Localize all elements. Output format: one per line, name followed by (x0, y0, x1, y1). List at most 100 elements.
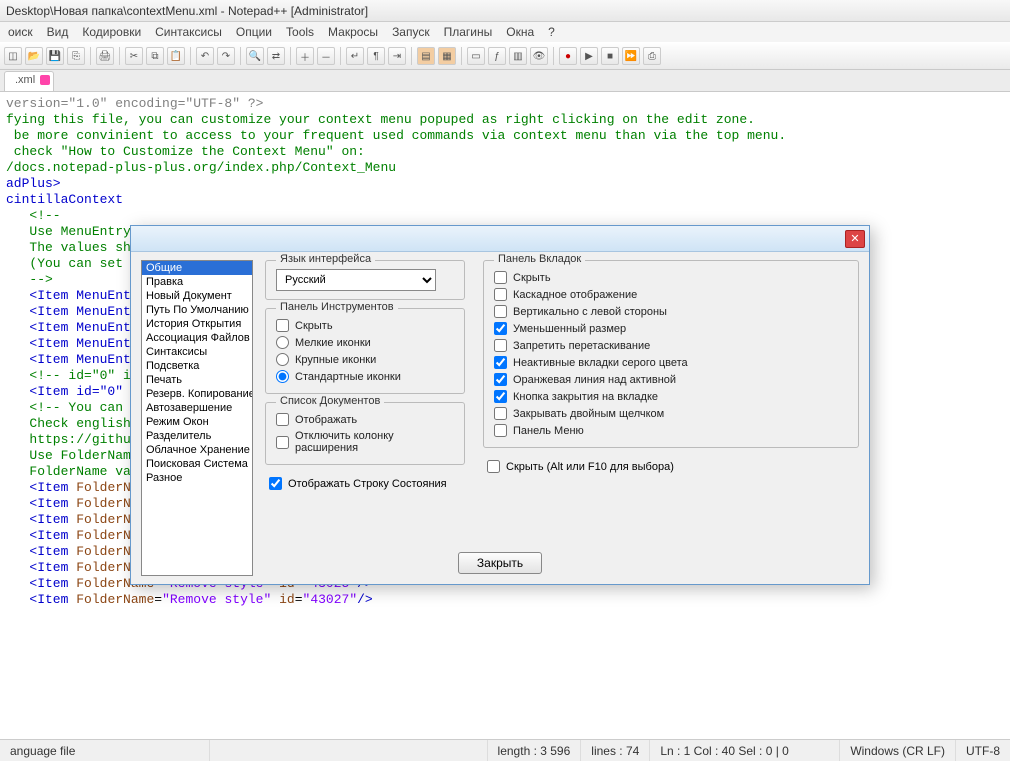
category-item[interactable]: Общие (142, 261, 252, 275)
toolbar-zoomout-icon[interactable]: － (317, 47, 335, 65)
category-item[interactable]: Режим Окон (142, 415, 252, 429)
toolbar-copy-icon[interactable]: ⧉ (146, 47, 164, 65)
toolbar-rec-icon[interactable]: ● (559, 47, 577, 65)
toolbar-allchars-icon[interactable]: ¶ (367, 47, 385, 65)
category-item[interactable]: Подсветка (142, 359, 252, 373)
hide-menu-check[interactable]: Скрыть (Alt или F10 для выбора) (483, 456, 859, 473)
category-item[interactable]: Разное (142, 471, 252, 485)
tabpanel-check[interactable]: Панель Меню (494, 422, 848, 439)
doclist-group: Список Документов Отображать Отключить к… (265, 402, 465, 465)
toolbar-eye-icon[interactable]: 👁 (530, 47, 548, 65)
category-item[interactable]: Синтаксисы (142, 345, 252, 359)
show-status-check[interactable]: Отображать Строку Состояния (265, 473, 465, 490)
doclist-legend: Список Документов (276, 395, 384, 407)
toolbar-hide-check[interactable]: Скрыть (276, 317, 454, 334)
toolbar-find-icon[interactable]: 🔍 (246, 47, 264, 65)
doclist-show-check[interactable]: Отображать (276, 411, 454, 428)
toolbar: ◫ 📂 💾 ⎘ 🖨 ✂ ⧉ 📋 ↶ ↷ 🔍 ⇄ ＋ － ↵ ¶ ⇥ ▤ ▦ ▭ … (0, 42, 1010, 70)
preferences-dialog: ✕ ОбщиеПравкаНовый ДокументПуть По Умолч… (130, 225, 870, 585)
toolbar-play-icon[interactable]: ▶ (580, 47, 598, 65)
toolbar-print-icon[interactable]: 🖨 (96, 47, 114, 65)
status-enc: UTF-8 (956, 740, 1010, 761)
category-item[interactable]: Ассоциация Файлов (142, 331, 252, 345)
tabpanel-check[interactable]: Неактивные вкладки серого цвета (494, 354, 848, 371)
menu-item[interactable]: Синтаксисы (149, 23, 228, 41)
tabpanel-check[interactable]: Кнопка закрытия на вкладке (494, 388, 848, 405)
status-pos: Ln : 1 Col : 40 Sel : 0 | 0 (650, 740, 840, 761)
status-bar: anguage file length : 3 596 lines : 74 L… (0, 739, 1010, 761)
status-lines: lines : 74 (581, 740, 650, 761)
tabpanel-group: Панель Вкладок СкрытьКаскадное отображен… (483, 260, 859, 448)
toolbar-cut-icon[interactable]: ✂ (125, 47, 143, 65)
toolbar-stop-icon[interactable]: ■ (601, 47, 619, 65)
tabpanel-check[interactable]: Скрыть (494, 269, 848, 286)
menu-item[interactable]: Кодировки (76, 23, 147, 41)
toolbar-zoomin-icon[interactable]: ＋ (296, 47, 314, 65)
toolbar-unfold-icon[interactable]: ▦ (438, 47, 456, 65)
close-button[interactable]: Закрыть (458, 552, 542, 574)
status-lang: anguage file (0, 740, 210, 761)
tab-strip: .xml (0, 70, 1010, 92)
tabpanel-check[interactable]: Вертикально с левой стороны (494, 303, 848, 320)
menu-item[interactable]: Вид (41, 23, 75, 41)
menu-item[interactable]: Окна (500, 23, 540, 41)
category-item[interactable]: Правка (142, 275, 252, 289)
category-item[interactable]: Новый Документ (142, 289, 252, 303)
category-item[interactable]: История Открытия (142, 317, 252, 331)
toolbar-savemac-icon[interactable]: ⎙ (643, 47, 661, 65)
menu-item[interactable]: оиск (2, 23, 39, 41)
window-title: Desktop\Новая папка\contextMenu.xml - No… (6, 4, 368, 18)
category-item[interactable]: Путь По Умолчанию (142, 303, 252, 317)
toolbar-map-icon[interactable]: ▥ (509, 47, 527, 65)
menu-bar: оискВидКодировкиСинтаксисыОпцииToolsМакр… (0, 22, 1010, 42)
dialog-close-button[interactable]: ✕ (845, 230, 865, 248)
menu-item[interactable]: Опции (230, 23, 278, 41)
file-tab[interactable]: .xml (4, 71, 54, 91)
tab-close-icon[interactable] (40, 75, 50, 85)
status-length: length : 3 596 (488, 740, 582, 761)
toolbar-open-icon[interactable]: 📂 (25, 47, 43, 65)
category-item[interactable]: Автозавершение (142, 401, 252, 415)
tabpanel-check[interactable]: Каскадное отображение (494, 286, 848, 303)
dialog-titlebar: ✕ (131, 226, 869, 252)
category-listbox[interactable]: ОбщиеПравкаНовый ДокументПуть По Умолчан… (141, 260, 253, 576)
toolbar-func-icon[interactable]: ƒ (488, 47, 506, 65)
tabpanel-check[interactable]: Закрывать двойным щелчком (494, 405, 848, 422)
toolbar-fold-icon[interactable]: ▤ (417, 47, 435, 65)
menu-item[interactable]: Макросы (322, 23, 384, 41)
status-flex (210, 740, 488, 761)
toolbar-std-radio[interactable]: Стандартные иконки (276, 368, 454, 385)
toolbar-paste-icon[interactable]: 📋 (167, 47, 185, 65)
lang-select[interactable]: Русский (276, 269, 436, 291)
category-item[interactable]: Печать (142, 373, 252, 387)
toolbar-replace-icon[interactable]: ⇄ (267, 47, 285, 65)
category-item[interactable]: Облачное Хранение (142, 443, 252, 457)
menu-item[interactable]: ? (542, 23, 561, 41)
toolbar-small-radio[interactable]: Мелкие иконки (276, 334, 454, 351)
toolbar-save-icon[interactable]: 💾 (46, 47, 64, 65)
tabpanel-legend: Панель Вкладок (494, 253, 585, 265)
lang-group: Язык интерфейса Русский (265, 260, 465, 300)
lang-legend: Язык интерфейса (276, 253, 375, 265)
toolbar-indent-icon[interactable]: ⇥ (388, 47, 406, 65)
category-item[interactable]: Резерв. Копирование (142, 387, 252, 401)
menu-item[interactable]: Плагины (438, 23, 499, 41)
menu-item[interactable]: Tools (280, 23, 320, 41)
category-item[interactable]: Поисковая Система (142, 457, 252, 471)
toolbar-doc-icon[interactable]: ▭ (467, 47, 485, 65)
tabpanel-check[interactable]: Оранжевая линия над активной (494, 371, 848, 388)
toolbar-redo-icon[interactable]: ↷ (217, 47, 235, 65)
toolbar-fast-icon[interactable]: ⏩ (622, 47, 640, 65)
category-item[interactable]: Разделитель (142, 429, 252, 443)
window-titlebar: Desktop\Новая папка\contextMenu.xml - No… (0, 0, 1010, 22)
tabpanel-check[interactable]: Запретить перетаскивание (494, 337, 848, 354)
toolbar-wrap-icon[interactable]: ↵ (346, 47, 364, 65)
toolbar-undo-icon[interactable]: ↶ (196, 47, 214, 65)
menu-item[interactable]: Запуск (386, 23, 436, 41)
doclist-noext-check[interactable]: Отключить колонку расширения (276, 428, 454, 456)
toolbar-new-icon[interactable]: ◫ (4, 47, 22, 65)
tab-label: .xml (15, 74, 35, 86)
toolbar-big-radio[interactable]: Крупные иконки (276, 351, 454, 368)
tabpanel-check[interactable]: Уменьшенный размер (494, 320, 848, 337)
toolbar-saveall-icon[interactable]: ⎘ (67, 47, 85, 65)
